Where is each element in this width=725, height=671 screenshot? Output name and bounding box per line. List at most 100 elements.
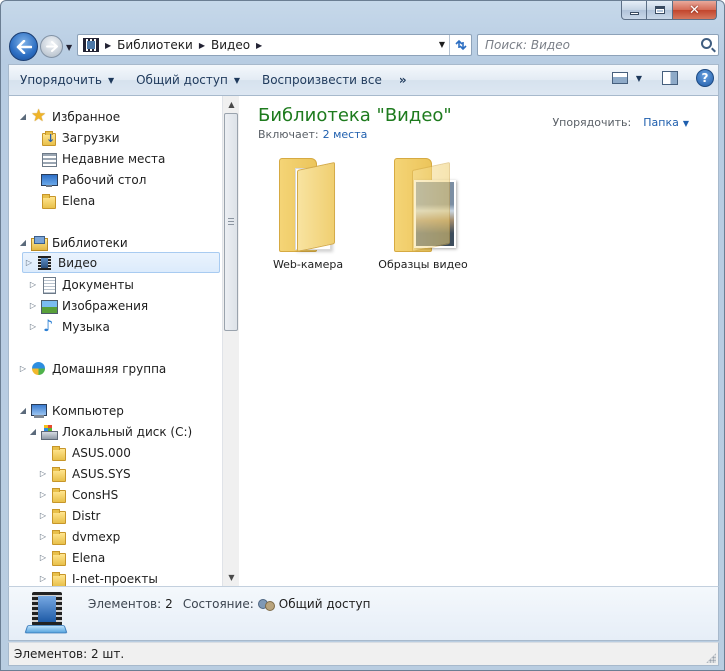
chevron-down-icon: ▼ xyxy=(107,75,115,85)
nav-label: Рабочий стол xyxy=(62,172,147,187)
recent-places-icon xyxy=(41,151,57,167)
minimize-button[interactable] xyxy=(621,1,647,20)
folder-icon xyxy=(51,550,67,566)
view-options-dropdown[interactable]: ▼ xyxy=(636,74,642,83)
more-commands-button[interactable]: » xyxy=(393,73,413,87)
share-menu-button[interactable]: Общий доступ ▼ xyxy=(125,65,251,95)
search-input[interactable]: Поиск: Видео xyxy=(485,38,570,52)
nav-label: Домашняя группа xyxy=(52,361,167,376)
nav-scrollbar[interactable]: ▲ ▼ xyxy=(222,96,239,586)
folder-item-sample-videos[interactable]: Образцы видео xyxy=(368,156,478,276)
nav-label: Недавние места xyxy=(62,151,166,166)
address-bar[interactable]: ▶ Библиотеки ▶ Видео ▶ ▼ xyxy=(77,34,472,56)
close-button[interactable]: ✕ xyxy=(673,1,717,20)
recent-pages-dropdown[interactable]: ▼ xyxy=(66,43,72,52)
breadcrumb-video[interactable]: Видео xyxy=(211,38,250,52)
expand-icon[interactable]: ▷ xyxy=(17,364,29,373)
nav-computer[interactable]: ◢ Компьютер xyxy=(17,400,124,421)
help-icon[interactable]: ? xyxy=(696,69,714,87)
back-button[interactable] xyxy=(9,32,38,61)
includes-label: Включает: xyxy=(258,128,319,141)
expand-icon[interactable]: ▷ xyxy=(37,532,49,541)
nav-label: Музыка xyxy=(62,319,110,334)
nav-folder[interactable]: ▷ Elena xyxy=(37,547,105,568)
expand-icon[interactable]: ▷ xyxy=(27,301,39,310)
arrange-menu-button[interactable]: Упорядочить ▼ xyxy=(9,65,125,95)
expand-icon[interactable]: ◢ xyxy=(17,406,29,415)
nav-elena-favorite[interactable]: Elena xyxy=(27,190,95,211)
preview-pane-icon[interactable] xyxy=(662,71,678,85)
folder-item-label: Web-камера xyxy=(272,258,344,271)
downloads-folder-icon xyxy=(41,130,57,146)
navigation-pane[interactable]: ◢ Избранное Загрузки Недавние места Рабо… xyxy=(9,96,222,586)
folder-icon xyxy=(51,508,67,524)
nav-folder[interactable]: ▷ dvmexp xyxy=(37,526,120,547)
breadcrumb-libraries[interactable]: Библиотеки xyxy=(117,38,193,52)
toolbar-right: ▼ ? xyxy=(611,69,714,87)
refresh-button[interactable] xyxy=(449,35,471,55)
details-pane: Элементов: 2 Состояние: Общий доступ xyxy=(8,586,719,641)
folder-icon xyxy=(51,487,67,503)
scroll-up-icon[interactable]: ▲ xyxy=(223,96,240,113)
expand-icon[interactable]: ▷ xyxy=(27,280,39,289)
nav-recent-places[interactable]: Недавние места xyxy=(27,148,165,169)
change-view-icon[interactable] xyxy=(611,72,628,84)
expand-icon[interactable]: ▷ xyxy=(37,574,49,583)
arrange-by-dropdown[interactable]: Папка xyxy=(643,116,679,129)
chevron-right-icon[interactable]: ▶ xyxy=(105,41,111,50)
minimize-icon xyxy=(629,11,639,15)
expand-icon[interactable]: ▷ xyxy=(37,490,49,499)
library-title: Библиотека "Видео" xyxy=(258,105,452,126)
expand-icon[interactable]: ▷ xyxy=(23,258,35,267)
chevron-down-icon: ▼ xyxy=(233,75,240,85)
nav-video[interactable]: ▷ Видео xyxy=(22,252,220,273)
expand-icon[interactable]: ◢ xyxy=(27,427,39,436)
homegroup-icon xyxy=(31,361,47,377)
address-history-dropdown[interactable]: ▼ xyxy=(439,40,445,49)
expand-icon[interactable]: ▷ xyxy=(37,469,49,478)
play-all-button[interactable]: Воспроизвести все xyxy=(251,65,393,95)
resize-grip-icon[interactable] xyxy=(706,653,716,663)
nav-favorites[interactable]: ◢ Избранное xyxy=(17,106,120,127)
nav-folder[interactable]: ▷ ConsHS xyxy=(37,484,118,505)
forward-button[interactable] xyxy=(40,35,63,58)
folder-item-webcam[interactable]: Web-камера xyxy=(253,156,363,276)
nav-music[interactable]: ▷ Музыка xyxy=(27,316,110,337)
chevron-down-icon[interactable]: ▼ xyxy=(683,119,689,128)
nav-folder[interactable]: ASUS.000 xyxy=(37,442,131,463)
nav-label: Библиотеки xyxy=(52,235,128,250)
search-box[interactable]: Поиск: Видео xyxy=(477,34,719,56)
nav-homegroup[interactable]: ▷ Домашняя группа xyxy=(17,358,166,379)
folder-icon xyxy=(51,571,67,586)
expand-icon[interactable]: ◢ xyxy=(17,238,29,247)
expand-icon[interactable]: ▷ xyxy=(27,322,39,331)
nav-local-disk[interactable]: ◢ Локальный диск (C:) xyxy=(27,421,192,442)
expand-icon[interactable]: ◢ xyxy=(17,112,29,121)
folder-icon xyxy=(51,445,67,461)
nav-documents[interactable]: ▷ Документы xyxy=(27,274,134,295)
command-toolbar: Упорядочить ▼ Общий доступ ▼ Воспроизвести… xyxy=(8,64,719,96)
nav-images[interactable]: ▷ Изображения xyxy=(27,295,148,316)
nav-desktop[interactable]: Рабочий стол xyxy=(27,169,146,190)
includes-locations-link[interactable]: 2 места xyxy=(323,128,368,141)
nav-libraries[interactable]: ◢ Библиотеки xyxy=(17,232,128,253)
expand-icon[interactable]: ▷ xyxy=(37,511,49,520)
scroll-down-icon[interactable]: ▼ xyxy=(223,569,240,586)
search-icon[interactable] xyxy=(701,38,712,49)
arrange-by: Упорядочить: Папка ▼ xyxy=(552,116,689,129)
close-icon: ✕ xyxy=(689,2,700,18)
navigation-row: ▼ ▶ Библиотеки ▶ Видео ▶ ▼ Поиск: Видео xyxy=(7,31,719,63)
nav-label: Видео xyxy=(58,255,98,270)
nav-folder[interactable]: ▷ Distr xyxy=(37,505,100,526)
folder-icon xyxy=(279,158,339,252)
scroll-thumb[interactable] xyxy=(224,113,238,331)
chevron-right-icon[interactable]: ▶ xyxy=(199,41,205,50)
nav-folder[interactable]: ▷ I-net-проекты xyxy=(37,568,158,586)
expand-icon[interactable]: ▷ xyxy=(37,553,49,562)
nav-folder[interactable]: ▷ ASUS.SYS xyxy=(37,463,131,484)
chevron-right-icon[interactable]: ▶ xyxy=(256,41,262,50)
nav-downloads[interactable]: Загрузки xyxy=(27,127,120,148)
video-library-icon xyxy=(83,38,99,52)
nav-label: Elena xyxy=(72,550,106,565)
maximize-button[interactable] xyxy=(647,1,673,20)
